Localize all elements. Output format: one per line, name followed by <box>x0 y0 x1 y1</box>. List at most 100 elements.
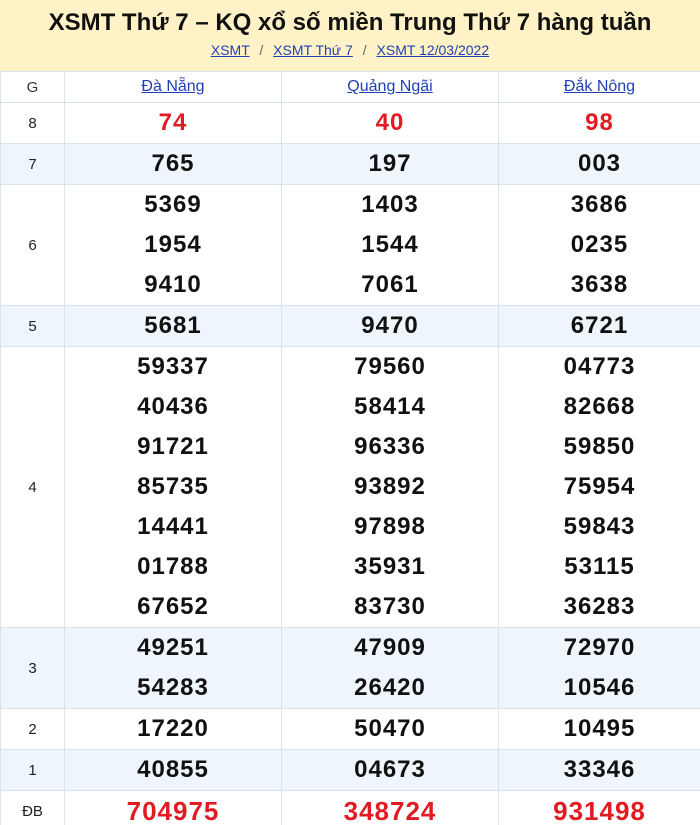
prize-row-8: 8 74 40 98 <box>0 102 700 144</box>
prize-number: 1403 <box>361 191 419 218</box>
prize-cell: 6721 <box>498 305 700 347</box>
prize-cell: 765 <box>64 143 282 185</box>
prize-cell: 348724 <box>281 790 499 825</box>
prize-cell: 5369 1954 9410 <box>64 184 282 306</box>
prize-row-7: 7 765 197 003 <box>0 143 700 185</box>
prize-number: 04673 <box>354 756 426 783</box>
prize-cell: 1403 1544 7061 <box>281 184 499 306</box>
prize-cell: 98 <box>498 102 700 144</box>
prize-label: 6 <box>0 184 65 306</box>
prize-number: 5681 <box>144 312 202 339</box>
prize-label: ĐB <box>0 790 65 825</box>
breadcrumb-xsmt-date[interactable]: XSMT 12/03/2022 <box>377 42 490 58</box>
prize-number: 91721 <box>137 433 209 460</box>
prize-cell: 003 <box>498 143 700 185</box>
prize-number: 93892 <box>354 473 426 500</box>
prize-cell: 704975 <box>64 790 282 825</box>
prize-cell: 72970 10546 <box>498 627 700 709</box>
prize-row-4: 4 59337 40436 91721 85735 14441 01788 67… <box>0 346 700 628</box>
prize-number: 931498 <box>553 796 646 825</box>
prize-cell: 74 <box>64 102 282 144</box>
page-header: XSMT Thứ 7 – KQ xổ số miền Trung Thứ 7 h… <box>0 0 700 71</box>
prize-number: 82668 <box>563 393 636 420</box>
prize-number: 96336 <box>354 433 426 460</box>
prize-number: 85735 <box>137 473 209 500</box>
breadcrumb-xsmt[interactable]: XSMT <box>211 42 250 58</box>
prize-number: 704975 <box>126 796 220 825</box>
province-link-da-nang[interactable]: Đà Nẵng <box>141 78 204 95</box>
province-link-dak-nong[interactable]: Đắk Nông <box>564 78 635 95</box>
prize-row-2: 2 17220 50470 10495 <box>0 708 700 750</box>
prize-number: 26420 <box>354 674 426 701</box>
prize-cell: 197 <box>281 143 499 185</box>
prize-number: 35931 <box>354 553 426 580</box>
prize-row-special: ĐB 704975 348724 931498 <box>0 790 700 825</box>
prize-label: 1 <box>0 749 65 791</box>
prize-number: 765 <box>151 150 195 177</box>
prize-number: 40855 <box>137 756 209 783</box>
prize-number: 67652 <box>137 593 209 620</box>
prize-number: 79560 <box>354 353 426 380</box>
prize-row-6: 6 5369 1954 9410 1403 1544 7061 3686 023… <box>0 184 700 306</box>
prize-number: 40 <box>375 109 405 136</box>
prize-cell: 33346 <box>498 749 700 791</box>
prize-column-header: G <box>0 71 65 103</box>
prize-label: 4 <box>0 346 65 628</box>
prize-cell: 5681 <box>64 305 282 347</box>
prize-number: 10546 <box>563 674 636 701</box>
prize-cell: 04773 82668 59850 75954 59843 53115 3628… <box>498 346 700 628</box>
prize-cell: 40 <box>281 102 499 144</box>
prize-number: 9470 <box>361 312 419 339</box>
prize-number: 01788 <box>137 553 209 580</box>
prize-number: 58414 <box>354 393 426 420</box>
prize-number: 72970 <box>563 634 636 661</box>
prize-number: 98 <box>585 109 614 136</box>
province-header: Đà Nẵng <box>64 71 282 103</box>
prize-number: 75954 <box>563 473 636 500</box>
prize-number: 10495 <box>563 715 636 742</box>
prize-number: 003 <box>577 150 622 177</box>
prize-number: 59337 <box>137 353 209 380</box>
prize-number: 1954 <box>144 231 202 258</box>
prize-number: 59843 <box>563 513 636 540</box>
province-header: Đắk Nông <box>498 71 700 103</box>
prize-number: 74 <box>158 109 188 136</box>
prize-number: 5369 <box>144 191 202 218</box>
breadcrumb-xsmt-thu-7[interactable]: XSMT Thứ 7 <box>273 42 353 58</box>
prize-number: 197 <box>368 150 412 177</box>
prize-label: 7 <box>0 143 65 185</box>
prize-cell: 50470 <box>281 708 499 750</box>
prize-cell: 17220 <box>64 708 282 750</box>
prize-label: 3 <box>0 627 65 709</box>
prize-label: 5 <box>0 305 65 347</box>
breadcrumb: XSMT / XSMT Thứ 7 / XSMT 12/03/2022 <box>0 40 700 60</box>
prize-number: 40436 <box>137 393 209 420</box>
prize-number: 59850 <box>563 433 636 460</box>
prize-row-1: 1 40855 04673 33346 <box>0 749 700 791</box>
prize-number: 17220 <box>137 715 209 742</box>
prize-number: 04773 <box>563 353 636 380</box>
prize-number: 83730 <box>354 593 426 620</box>
prize-number: 3638 <box>570 271 629 298</box>
prize-cell: 9470 <box>281 305 499 347</box>
prize-number: 1544 <box>361 231 419 258</box>
prize-cell: 79560 58414 96336 93892 97898 35931 8373… <box>281 346 499 628</box>
prize-number: 53115 <box>564 553 635 580</box>
province-link-quang-ngai[interactable]: Quảng Ngãi <box>347 78 432 95</box>
prize-cell: 10495 <box>498 708 700 750</box>
prize-number: 36283 <box>563 593 636 620</box>
prize-cell: 40855 <box>64 749 282 791</box>
prize-row-5: 5 5681 9470 6721 <box>0 305 700 347</box>
prize-number: 6721 <box>570 312 629 339</box>
prize-cell: 04673 <box>281 749 499 791</box>
prize-number: 97898 <box>354 513 426 540</box>
prize-number: 9410 <box>144 271 202 298</box>
prize-number: 14441 <box>137 513 209 540</box>
breadcrumb-separator: / <box>259 42 264 58</box>
results-table: G Đà Nẵng Quảng Ngãi Đắk Nông 8 74 40 98… <box>0 71 700 825</box>
prize-number: 0235 <box>570 231 629 258</box>
page-title: XSMT Thứ 7 – KQ xổ số miền Trung Thứ 7 h… <box>48 9 652 36</box>
prize-label: 8 <box>0 102 65 144</box>
prize-number: 3686 <box>570 191 629 218</box>
prize-label: 2 <box>0 708 65 750</box>
